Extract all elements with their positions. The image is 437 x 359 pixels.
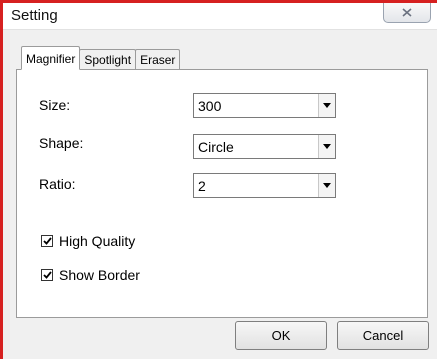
close-button[interactable] [383, 3, 431, 23]
size-dropdown[interactable]: 300 [193, 93, 336, 118]
high-quality-label: High Quality [59, 233, 136, 249]
window-title: Setting [11, 7, 58, 24]
shape-label: Shape: [39, 135, 84, 151]
settings-dialog: Setting Magnifier Spotlight Eraser Size:… [0, 0, 437, 359]
shape-dropdown[interactable]: Circle [193, 134, 336, 159]
cancel-button[interactable]: Cancel [337, 321, 429, 350]
ratio-dropdown[interactable]: 2 [193, 173, 336, 198]
tab-spotlight[interactable]: Spotlight [79, 49, 137, 70]
title-bar[interactable]: Setting [3, 3, 437, 30]
high-quality-checkbox[interactable] [41, 235, 53, 247]
tab-strip: Magnifier Spotlight Eraser [21, 46, 181, 70]
size-value: 300 [198, 98, 222, 114]
chevron-down-icon[interactable] [318, 94, 335, 117]
dialog-client-area: Magnifier Spotlight Eraser Size: 300 Sha… [3, 30, 437, 359]
chevron-down-icon[interactable] [318, 135, 335, 158]
check-icon [42, 237, 52, 245]
show-border-checkbox[interactable] [41, 269, 53, 281]
ok-button[interactable]: OK [235, 321, 327, 350]
shape-value: Circle [198, 139, 234, 155]
magnifier-panel: Size: 300 Shape: Circle Ratio: 2 High Qu… [16, 69, 428, 318]
tab-magnifier[interactable]: Magnifier [21, 46, 81, 70]
show-border-option[interactable]: Show Border [41, 267, 140, 283]
size-label: Size: [39, 97, 71, 113]
tab-eraser[interactable]: Eraser [135, 49, 181, 70]
high-quality-option[interactable]: High Quality [41, 233, 135, 249]
ratio-value: 2 [198, 178, 206, 194]
check-icon [42, 271, 52, 279]
chevron-down-icon[interactable] [318, 174, 335, 197]
ratio-label: Ratio: [39, 176, 76, 192]
show-border-label: Show Border [59, 267, 140, 283]
close-icon [402, 8, 412, 17]
